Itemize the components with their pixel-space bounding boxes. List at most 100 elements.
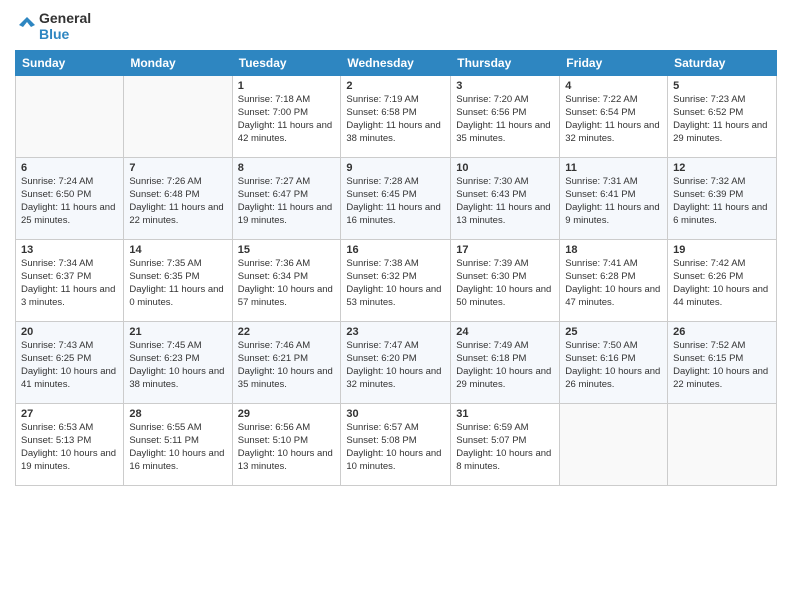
calendar-cell: 19 Sunrise: 7:42 AM Sunset: 6:26 PM Dayli… <box>668 240 777 322</box>
day-number: 7 <box>129 162 226 174</box>
calendar-cell: 16Sunrise: 7:38 AM Sunset: 6:32 PM Dayli… <box>341 240 451 322</box>
day-info: Sunrise: 7:50 AM Sunset: 6:16 PM Dayligh… <box>565 340 662 391</box>
day-number: 4 <box>565 80 662 92</box>
day-number: 20 <box>21 326 118 338</box>
day-number: 5 <box>673 80 771 92</box>
day-number: 13 <box>21 244 118 256</box>
calendar-cell: 10Sunrise: 7:30 AM Sunset: 6:43 PM Dayli… <box>451 158 560 240</box>
day-info: Sunrise: 7:41 AM Sunset: 6:28 PM Dayligh… <box>565 258 662 309</box>
calendar-cell <box>124 76 232 158</box>
day-info: Sunrise: 7:34 AM Sunset: 6:37 PM Dayligh… <box>21 258 118 309</box>
day-info: Sunrise: 7:28 AM Sunset: 6:45 PM Dayligh… <box>346 176 445 227</box>
calendar-cell: 23 Sunrise: 7:47 AM Sunset: 6:20 PM Dayli… <box>341 322 451 404</box>
calendar-cell: 13 Sunrise: 7:34 AM Sunset: 6:37 PM Dayli… <box>16 240 124 322</box>
day-info: Sunrise: 7:52 AM Sunset: 6:15 PM Dayligh… <box>673 340 771 391</box>
day-number: 11 <box>565 162 662 174</box>
calendar-cell: 26 Sunrise: 7:52 AM Sunset: 6:15 PM Dayli… <box>668 322 777 404</box>
calendar-cell: 4 Sunrise: 7:22 AM Sunset: 6:54 PM Daylig… <box>560 76 668 158</box>
calendar-week-row: 20 Sunrise: 7:43 AM Sunset: 6:25 PM Dayli… <box>16 322 777 404</box>
calendar-cell: 20 Sunrise: 7:43 AM Sunset: 6:25 PM Dayli… <box>16 322 124 404</box>
day-number: 26 <box>673 326 771 338</box>
day-number: 3 <box>456 80 554 92</box>
day-info: Sunrise: 7:46 AM Sunset: 6:21 PM Dayligh… <box>238 340 336 391</box>
day-info: Sunrise: 7:43 AM Sunset: 6:25 PM Dayligh… <box>21 340 118 391</box>
day-info: Sunrise: 6:57 AM Sunset: 5:08 PM Dayligh… <box>346 422 445 473</box>
calendar-cell: 28 Sunrise: 6:55 AM Sunset: 5:11 PM Dayli… <box>124 404 232 486</box>
calendar-cell: 30 Sunrise: 6:57 AM Sunset: 5:08 PM Dayli… <box>341 404 451 486</box>
calendar-week-row: 27Sunrise: 6:53 AM Sunset: 5:13 PM Dayli… <box>16 404 777 486</box>
calendar-cell: 31 Sunrise: 6:59 AM Sunset: 5:07 PM Dayli… <box>451 404 560 486</box>
day-number: 30 <box>346 408 445 420</box>
calendar-cell: 11 Sunrise: 7:31 AM Sunset: 6:41 PM Dayli… <box>560 158 668 240</box>
calendar-cell: 7Sunrise: 7:26 AM Sunset: 6:48 PM Daylig… <box>124 158 232 240</box>
day-info: Sunrise: 7:35 AM Sunset: 6:35 PM Dayligh… <box>129 258 226 309</box>
calendar-day-header: Monday <box>124 51 232 76</box>
day-info: Sunrise: 7:38 AM Sunset: 6:32 PM Dayligh… <box>346 258 445 309</box>
calendar-cell: 12 Sunrise: 7:32 AM Sunset: 6:39 PM Dayli… <box>668 158 777 240</box>
day-info: Sunrise: 6:55 AM Sunset: 5:11 PM Dayligh… <box>129 422 226 473</box>
day-number: 12 <box>673 162 771 174</box>
day-info: Sunrise: 7:27 AM Sunset: 6:47 PM Dayligh… <box>238 176 336 227</box>
day-info: Sunrise: 6:53 AM Sunset: 5:13 PM Dayligh… <box>21 422 118 473</box>
day-info: Sunrise: 7:49 AM Sunset: 6:18 PM Dayligh… <box>456 340 554 391</box>
header: General Blue <box>15 10 777 42</box>
calendar-cell: 18 Sunrise: 7:41 AM Sunset: 6:28 PM Dayli… <box>560 240 668 322</box>
logo-text-block: General Blue <box>39 10 91 42</box>
day-number: 18 <box>565 244 662 256</box>
day-info: Sunrise: 7:24 AM Sunset: 6:50 PM Dayligh… <box>21 176 118 227</box>
calendar-cell: 24 Sunrise: 7:49 AM Sunset: 6:18 PM Dayli… <box>451 322 560 404</box>
day-number: 28 <box>129 408 226 420</box>
calendar-week-row: 6 Sunrise: 7:24 AM Sunset: 6:50 PM Daylig… <box>16 158 777 240</box>
calendar-day-header: Wednesday <box>341 51 451 76</box>
calendar-cell <box>16 76 124 158</box>
calendar-cell <box>560 404 668 486</box>
logo: General Blue <box>15 10 91 42</box>
logo-wrapper: General Blue <box>15 10 91 42</box>
logo-bird-icon <box>15 15 39 37</box>
day-number: 19 <box>673 244 771 256</box>
day-number: 2 <box>346 80 445 92</box>
day-number: 9 <box>346 162 445 174</box>
day-info: Sunrise: 7:45 AM Sunset: 6:23 PM Dayligh… <box>129 340 226 391</box>
calendar-day-header: Sunday <box>16 51 124 76</box>
day-number: 31 <box>456 408 554 420</box>
day-info: Sunrise: 7:36 AM Sunset: 6:34 PM Dayligh… <box>238 258 336 309</box>
day-number: 6 <box>21 162 118 174</box>
calendar-cell: 29Sunrise: 6:56 AM Sunset: 5:10 PM Dayli… <box>232 404 341 486</box>
day-info: Sunrise: 7:31 AM Sunset: 6:41 PM Dayligh… <box>565 176 662 227</box>
day-info: Sunrise: 7:47 AM Sunset: 6:20 PM Dayligh… <box>346 340 445 391</box>
day-info: Sunrise: 7:30 AM Sunset: 6:43 PM Dayligh… <box>456 176 554 227</box>
calendar-cell: 22 Sunrise: 7:46 AM Sunset: 6:21 PM Dayli… <box>232 322 341 404</box>
day-info: Sunrise: 7:19 AM Sunset: 6:58 PM Dayligh… <box>346 94 445 145</box>
day-info: Sunrise: 6:59 AM Sunset: 5:07 PM Dayligh… <box>456 422 554 473</box>
calendar-week-row: 1Sunrise: 7:18 AM Sunset: 7:00 PM Daylig… <box>16 76 777 158</box>
calendar-header-row: SundayMondayTuesdayWednesdayThursdayFrid… <box>16 51 777 76</box>
day-number: 23 <box>346 326 445 338</box>
calendar-cell: 3 Sunrise: 7:20 AM Sunset: 6:56 PM Daylig… <box>451 76 560 158</box>
day-info: Sunrise: 7:22 AM Sunset: 6:54 PM Dayligh… <box>565 94 662 145</box>
logo-general-text: General <box>39 10 91 26</box>
day-number: 29 <box>238 408 336 420</box>
day-info: Sunrise: 7:18 AM Sunset: 7:00 PM Dayligh… <box>238 94 336 145</box>
calendar-cell: 21 Sunrise: 7:45 AM Sunset: 6:23 PM Dayli… <box>124 322 232 404</box>
calendar-cell: 27Sunrise: 6:53 AM Sunset: 5:13 PM Dayli… <box>16 404 124 486</box>
day-number: 15 <box>238 244 336 256</box>
calendar-day-header: Friday <box>560 51 668 76</box>
calendar-cell: 9 Sunrise: 7:28 AM Sunset: 6:45 PM Daylig… <box>341 158 451 240</box>
day-info: Sunrise: 7:42 AM Sunset: 6:26 PM Dayligh… <box>673 258 771 309</box>
calendar-day-header: Thursday <box>451 51 560 76</box>
calendar-cell: 14Sunrise: 7:35 AM Sunset: 6:35 PM Dayli… <box>124 240 232 322</box>
calendar-cell: 25Sunrise: 7:50 AM Sunset: 6:16 PM Dayli… <box>560 322 668 404</box>
calendar-cell: 2 Sunrise: 7:19 AM Sunset: 6:58 PM Daylig… <box>341 76 451 158</box>
day-number: 24 <box>456 326 554 338</box>
day-number: 22 <box>238 326 336 338</box>
calendar-day-header: Saturday <box>668 51 777 76</box>
day-info: Sunrise: 7:20 AM Sunset: 6:56 PM Dayligh… <box>456 94 554 145</box>
day-number: 8 <box>238 162 336 174</box>
day-info: Sunrise: 7:32 AM Sunset: 6:39 PM Dayligh… <box>673 176 771 227</box>
day-number: 21 <box>129 326 226 338</box>
day-info: Sunrise: 7:39 AM Sunset: 6:30 PM Dayligh… <box>456 258 554 309</box>
calendar-cell <box>668 404 777 486</box>
logo-blue-text: Blue <box>39 26 91 42</box>
calendar-day-header: Tuesday <box>232 51 341 76</box>
